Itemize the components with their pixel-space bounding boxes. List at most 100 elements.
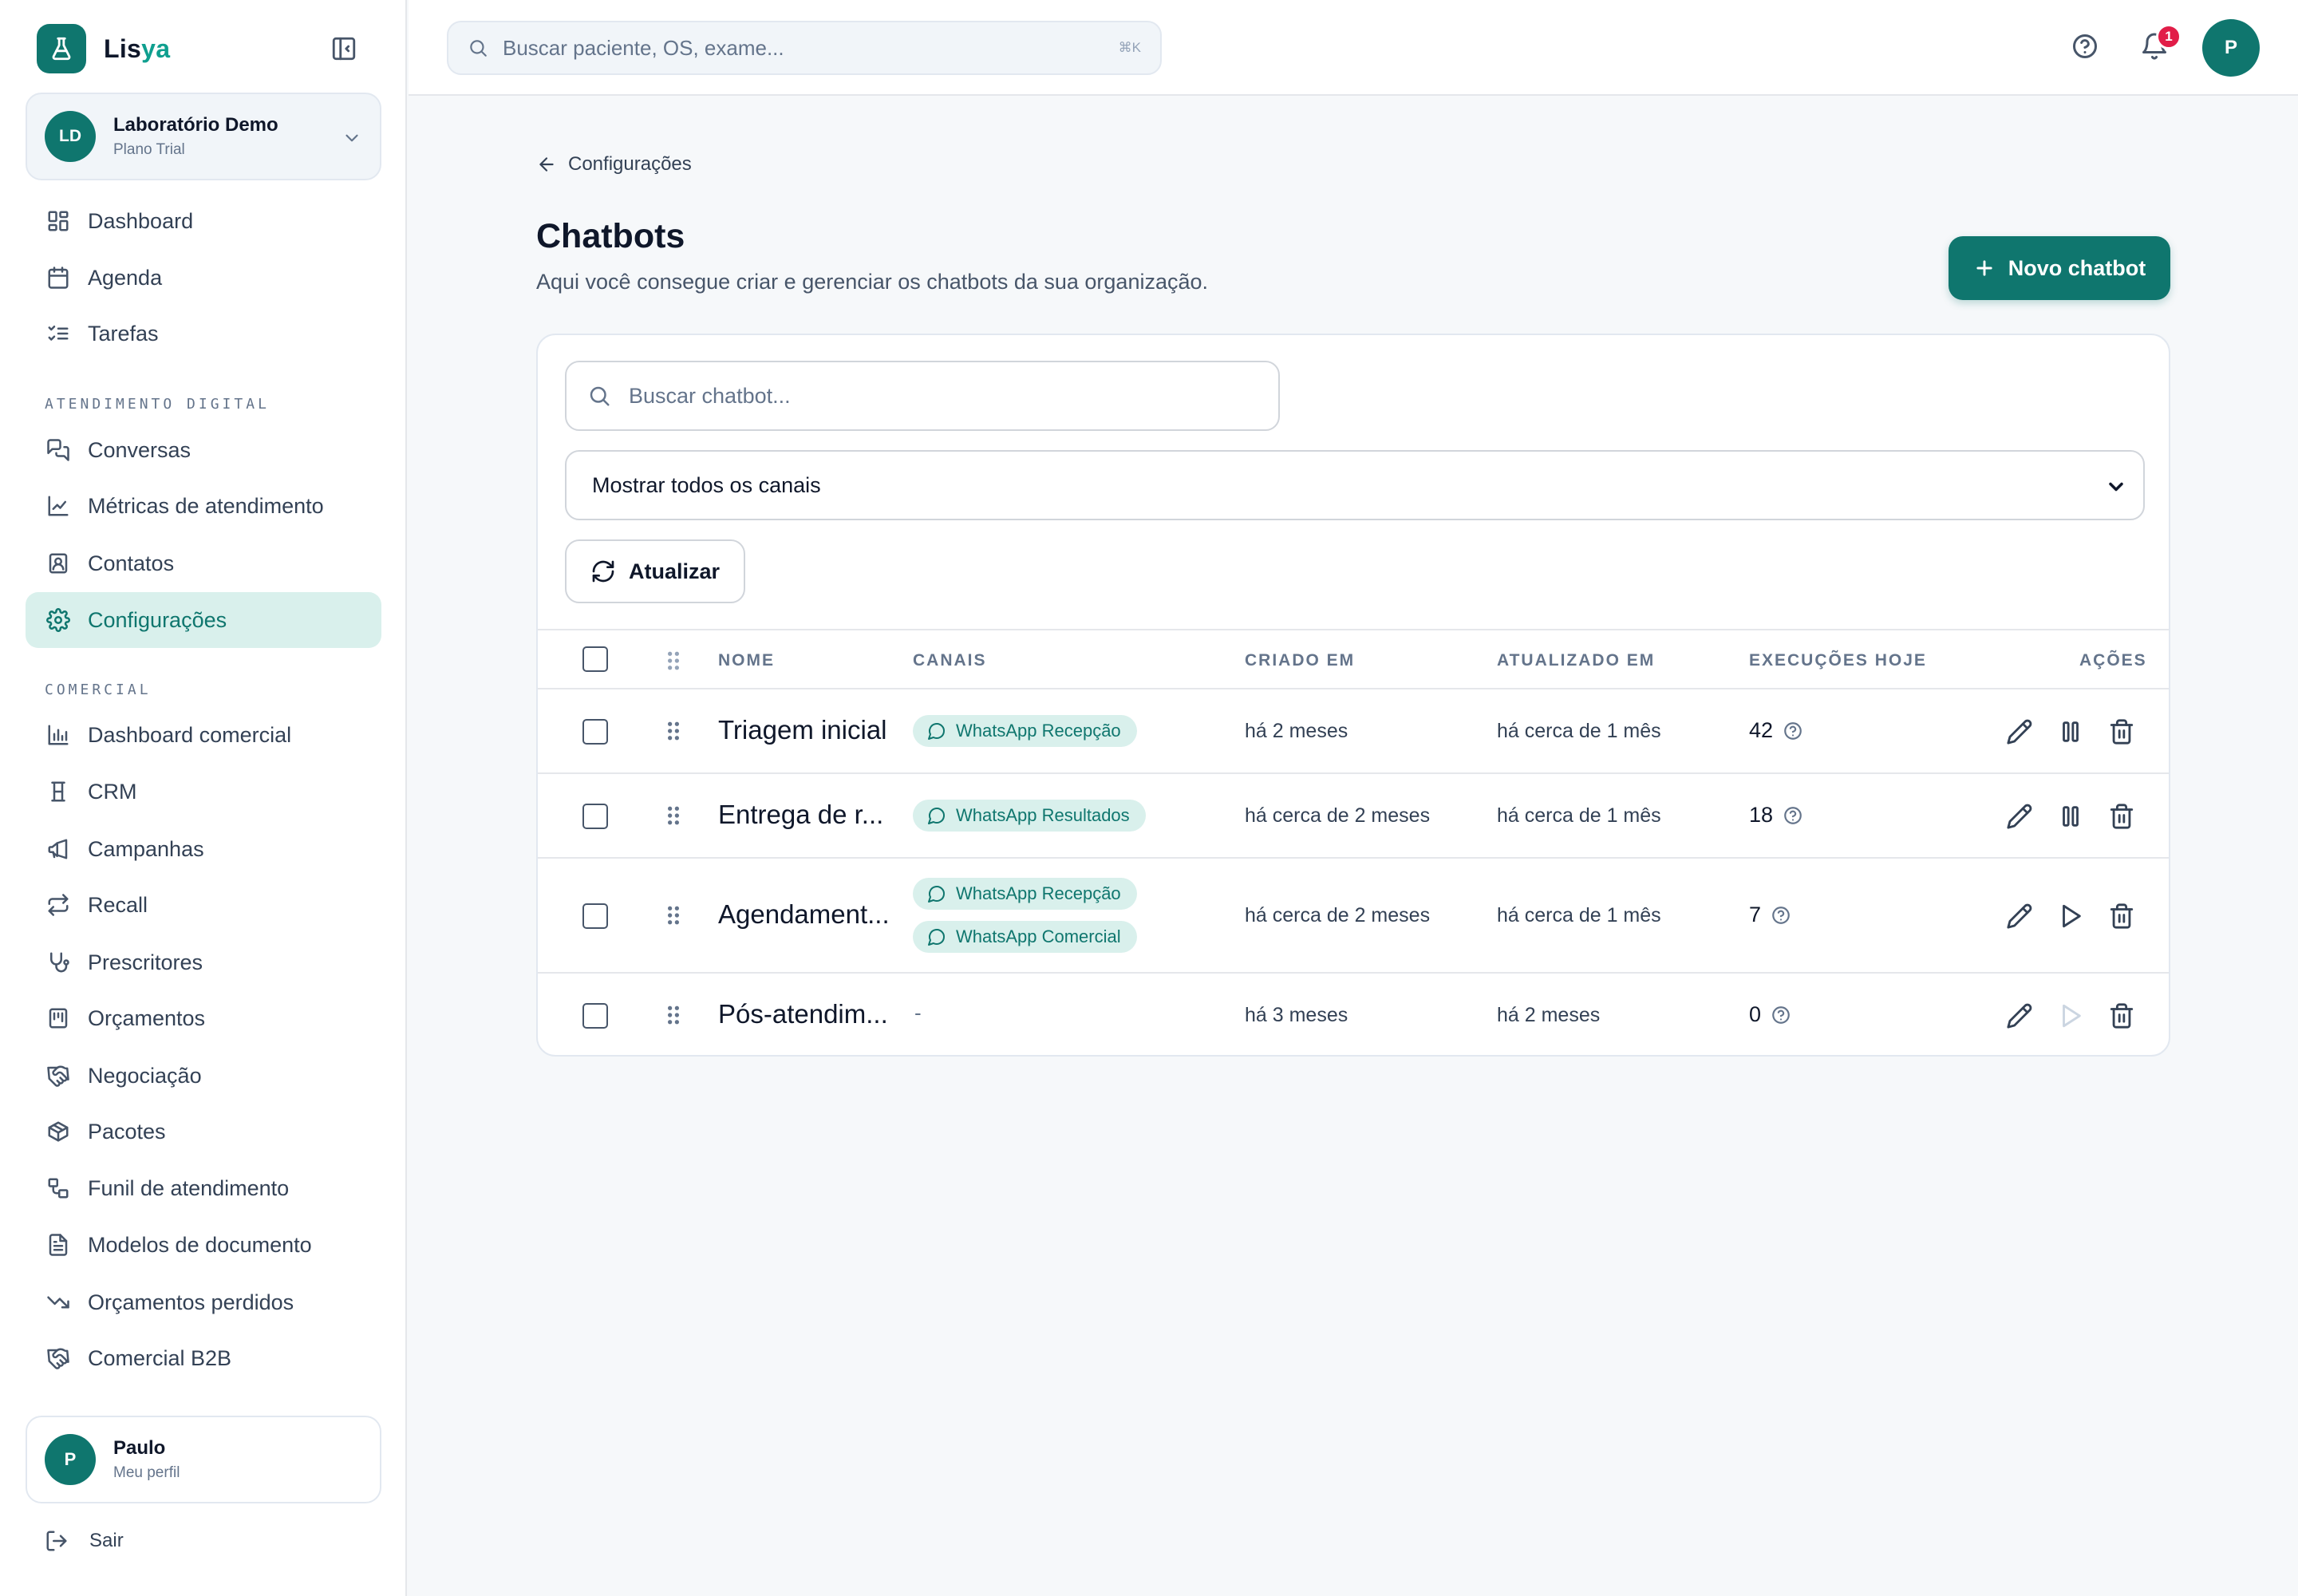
sidebar-item-contatos[interactable]: Contatos [26,535,381,591]
created-date: há 3 meses [1245,1004,1348,1026]
drag-handle-icon[interactable] [664,1004,683,1026]
sidebar-item-dashboard-comercial[interactable]: Dashboard comercial [26,707,381,763]
help-circle-icon[interactable] [1783,721,1803,741]
edit-icon[interactable] [2006,718,2033,745]
row-checkbox[interactable] [582,719,608,745]
trash-icon[interactable] [2108,1002,2135,1029]
search-icon [468,38,488,58]
row-checkbox[interactable] [582,1003,608,1029]
sidebar-item-label: Contatos [88,551,175,575]
sidebar-item-recall[interactable]: Recall [26,877,381,933]
sidebar-item-label: Negociação [88,1063,202,1088]
sidebar-item-label: Comercial B2B [88,1345,232,1370]
sidebar-item-funil[interactable]: Funil de atendimento [26,1160,381,1216]
org-name: Laboratório Demo [113,114,278,136]
sidebar-item-conversas[interactable]: Conversas [26,422,381,478]
table-row[interactable]: Triagem inicial WhatsApp Recepção há 2 m… [538,689,2169,774]
edit-icon[interactable] [2006,803,2033,830]
chatbot-search-input[interactable]: Buscar chatbot... [565,361,1280,431]
trash-icon[interactable] [2108,803,2135,830]
chevron-down-icon [2105,476,2127,498]
calendar-icon [45,264,72,291]
table-row[interactable]: Agendament... WhatsApp Recepção WhatsApp… [538,859,2169,974]
arrow-left-icon [536,154,557,175]
help-circle-icon[interactable] [1771,905,1791,926]
chatbot-name: Triagem inicial [718,715,887,745]
help-circle-icon[interactable] [1771,1005,1791,1025]
global-search-placeholder: Buscar paciente, OS, exame... [503,35,784,60]
page-title: Chatbots [536,217,685,255]
column-header-created[interactable]: CRIADO EM [1245,651,1355,670]
sidebar-item-label: Prescritores [88,950,203,974]
sidebar-item-agenda[interactable]: Agenda [26,250,381,306]
sidebar-item-label: Campanhas [88,836,204,861]
sidebar-item-crm[interactable]: CRM [26,764,381,820]
sidebar-item-metricas[interactable]: Métricas de atendimento [26,478,381,534]
sidebar-item-orcamentos-perdidos[interactable]: Orçamentos perdidos [26,1274,381,1330]
sidebar-collapse-icon[interactable] [330,35,357,62]
breadcrumb-label: Configurações [568,153,692,175]
profile-card[interactable]: P Paulo Meu perfil [26,1416,381,1503]
org-plan: Plano Trial [113,141,185,158]
drag-handle-icon[interactable] [664,804,683,827]
drag-handle-icon[interactable] [664,720,683,742]
sidebar-item-negociacao[interactable]: Negociação [26,1048,381,1104]
help-icon[interactable] [2071,32,2099,61]
global-search-input[interactable]: Buscar paciente, OS, exame... ⌘K [447,21,1162,75]
help-circle-icon[interactable] [1783,805,1803,826]
gear-icon [45,606,72,634]
sidebar-item-orcamentos[interactable]: Orçamentos [26,990,381,1046]
play-icon[interactable] [2057,903,2084,930]
table-row[interactable]: Entrega de r... WhatsApp Resultados há c… [538,774,2169,859]
trash-icon[interactable] [2108,903,2135,930]
user-avatar[interactable]: P [2202,19,2260,77]
table-row[interactable]: Pós-atendim... - há 3 meses há 2 meses 0 [538,974,2169,1055]
sidebar-item-comercial-b2b[interactable]: Comercial B2B [26,1330,381,1386]
organization-switcher[interactable]: LD Laboratório Demo Plano Trial [26,93,381,180]
refresh-label: Atualizar [628,559,721,583]
message-circle-icon [927,721,946,741]
handshake-icon [45,1062,72,1089]
channel-filter-select[interactable]: Mostrar todos os canais [565,450,2145,520]
sidebar-item-prescritores[interactable]: Prescritores [26,934,381,990]
brand[interactable]: Lisya [37,24,170,73]
pause-icon[interactable] [2057,718,2084,745]
sidebar-item-dashboard[interactable]: Dashboard [26,193,381,249]
message-circle-icon [927,884,946,903]
sidebar-item-label: Recall [88,892,148,917]
pause-icon[interactable] [2057,803,2084,830]
sidebar-item-label: Orçamentos [88,1005,206,1030]
breadcrumb[interactable]: Configurações [536,153,692,176]
message-circle-icon [927,806,946,825]
sidebar-item-label: Dashboard comercial [88,722,292,747]
chatbot-name: Entrega de r... [718,800,884,829]
edit-icon[interactable] [2006,1002,2033,1029]
column-header-executions: EXECUÇÕES HOJE [1749,651,1927,670]
sidebar: Lisya LD Laboratório Demo Plano Trial Da… [0,0,407,1596]
refresh-icon [590,559,616,584]
drag-handle-icon[interactable] [664,904,683,926]
sidebar-item-pacotes[interactable]: Pacotes [26,1104,381,1159]
refresh-button[interactable]: Atualizar [565,539,745,603]
edit-icon[interactable] [2006,903,2033,930]
contacts-icon [45,550,72,577]
sidebar-item-label: Métricas de atendimento [88,493,324,518]
channel-chip: WhatsApp Comercial [913,921,1137,953]
sidebar-item-modelos[interactable]: Modelos de documento [26,1217,381,1273]
drag-handle-icon [664,650,683,672]
sidebar-item-campanhas[interactable]: Campanhas [26,821,381,877]
row-checkbox[interactable] [582,903,608,929]
sidebar-item-tarefas[interactable]: Tarefas [26,306,381,361]
trash-icon[interactable] [2108,718,2135,745]
flask-icon [37,24,86,73]
new-chatbot-button[interactable]: Novo chatbot [1949,236,2170,300]
sidebar-item-configuracoes[interactable]: Configurações [26,592,381,648]
repeat-icon [45,891,72,918]
row-checkbox[interactable] [582,804,608,829]
executions-today: 42 [1749,718,1803,743]
tasks-icon [45,320,72,347]
logout-button[interactable]: Sair [45,1529,124,1553]
column-header-updated[interactable]: ATUALIZADO EM [1497,651,1655,670]
column-header-name[interactable]: NOME [718,651,775,670]
select-all-checkbox[interactable] [582,646,608,672]
